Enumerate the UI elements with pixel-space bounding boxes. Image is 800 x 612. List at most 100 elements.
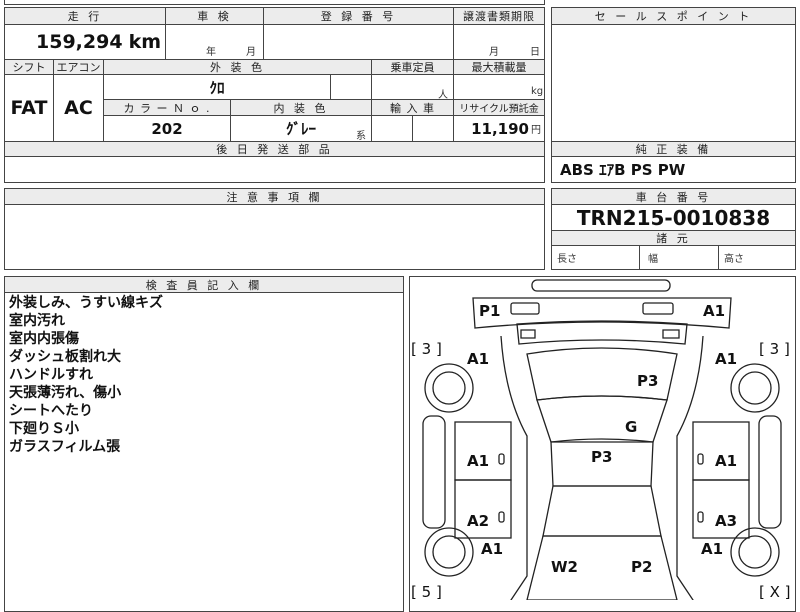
ac-header: エアコン (53, 59, 104, 75)
shift-value: FAT (10, 97, 48, 119)
damage-mark-fender-left: A1 (467, 350, 489, 368)
damage-mark-hood: P3 (637, 372, 658, 390)
right-headlight (642, 302, 674, 315)
inspection-month-unit: 月 (246, 47, 256, 58)
color-no-cell: 202 (103, 115, 231, 142)
damage-mark-glass: G (625, 418, 637, 436)
grille-left (520, 329, 536, 339)
import-cell-b (412, 115, 454, 142)
car-diagram: P1 A1 A1 A1 P3 G A1 P3 A1 A2 A3 A1 A1 W2… (411, 279, 791, 600)
inspector-note: 下廻りＳ小 (9, 421, 79, 437)
inspector-notes-header: 検 査 員 記 入 欄 (4, 276, 404, 293)
door-front-left (454, 421, 512, 481)
later-parts-header: 後 日 発 送 部 品 (4, 141, 545, 157)
front-bumper-strip (531, 279, 671, 292)
length-label: 長さ (557, 254, 577, 265)
shift-cell: FAT (4, 74, 54, 142)
chassis-number-value: TRN215-0010838 (576, 205, 771, 230)
wheel-rear-left-inner (432, 535, 466, 569)
damage-mark-roof: P3 (591, 448, 612, 466)
tire-tread-front-right: [ 3 ] (759, 340, 790, 358)
import-header: 輸 入 車 (371, 99, 454, 116)
registration-cell (263, 24, 454, 60)
capacity-cell: 人 (371, 74, 454, 101)
side-skirt-left (422, 415, 446, 529)
max-load-unit: kg (531, 86, 544, 97)
ac-value: AC (64, 97, 93, 119)
chassis-number-cell: TRN215-0010838 (551, 204, 796, 231)
wheel-rear-right (730, 527, 780, 577)
dimensions-header: 諸 元 (551, 230, 796, 246)
door-front-right (692, 421, 750, 481)
interior-color-cell: ｸﾞﾚｰ 系 (230, 115, 372, 142)
later-parts-box (4, 156, 545, 183)
exterior-color-cell: ｸﾛ (103, 74, 331, 100)
height-label: 高さ (724, 254, 744, 265)
interior-color-suffix: 系 (356, 131, 366, 142)
recycle-deposit-header: リサイクル預託金 (453, 99, 545, 116)
damage-mark-p1: P1 (479, 302, 500, 320)
damage-mark-trunk: P2 (631, 558, 652, 576)
tire-tread-front-left: [ 3 ] (411, 340, 442, 358)
inspector-note: シートへたり (9, 403, 93, 419)
selling-points-header: セ ー ル ス ポ イ ン ト (551, 7, 796, 25)
width-label: 幅 (648, 254, 658, 265)
grille-right (662, 329, 680, 339)
height-cell: 高さ (718, 245, 796, 270)
interior-color-header: 内 装 色 (230, 99, 372, 116)
tire-tread-rear-right: [ X ] (759, 583, 791, 600)
transfer-month-unit: 月 (489, 47, 499, 58)
transfer-cell: 月 日 (453, 24, 545, 60)
damage-mark-rear-glass: W2 (551, 558, 578, 576)
wheel-rear-right-inner (738, 535, 772, 569)
equipment-cell: ABS ｴｱB PS PW (551, 156, 796, 183)
inspector-note: 外装しみ、うすい線キズ (9, 295, 163, 311)
hood-outline (516, 320, 688, 345)
mileage-unit: km (128, 31, 161, 53)
damage-mark-door-fl: A1 (467, 452, 489, 470)
trunk-outline (526, 535, 678, 600)
shift-header: シフト (4, 59, 54, 75)
handle-fl (498, 453, 505, 465)
inspector-note: 室内内張傷 (9, 331, 79, 347)
inspection-header: 車 検 (165, 7, 264, 25)
mileage-cell: 159,294 km (4, 24, 166, 60)
inspector-note: 室内汚れ (9, 313, 65, 329)
width-cell: 幅 (639, 245, 719, 270)
damage-mark-rear-fender-right: A1 (701, 540, 723, 558)
equipment-value: ABS ｴｱB PS PW (560, 161, 686, 179)
wheel-rear-left (424, 527, 474, 577)
roof-outline (536, 395, 668, 443)
damage-mark-fender-right: A1 (715, 350, 737, 368)
damage-mark-rear-fender-left: A1 (481, 540, 503, 558)
inspector-note: ハンドルすれ (9, 367, 93, 383)
rear-cabin-outline (542, 485, 662, 537)
damage-mark-door-rr: A3 (715, 512, 737, 530)
interior-color-value: ｸﾞﾚｰ (285, 120, 316, 138)
transfer-deadline-header: 譲渡書類期限 (453, 7, 545, 25)
exterior-color-extra-cell (330, 74, 372, 100)
recycle-deposit-value: 11,190 (471, 119, 529, 138)
inspector-notes-box: 外装しみ、うすい線キズ 室内汚れ 室内内張傷 ダッシュ板割れ大 ハンドルすれ 天… (4, 292, 404, 612)
color-no-header: カ ラ ー Ｎ ｏ . (103, 99, 231, 116)
ac-cell: AC (53, 74, 104, 142)
import-cell-a (371, 115, 413, 142)
selling-points-box (551, 24, 796, 142)
mileage-header: 走 行 (4, 7, 166, 25)
recycle-deposit-unit: 円 (531, 125, 541, 136)
left-headlight (510, 302, 540, 315)
chassis-number-header: 車 台 番 号 (551, 188, 796, 205)
mileage-value: 159,294 (36, 31, 123, 53)
registration-header: 登 録 番 号 (263, 7, 454, 25)
top-cutoff-strip (4, 0, 545, 5)
handle-fr (697, 453, 704, 465)
transfer-day-unit: 日 (530, 47, 540, 58)
damage-mark-front-right: A1 (703, 302, 725, 320)
body-left-side (500, 335, 528, 600)
body-right-side (676, 335, 704, 600)
wheel-front-left-inner (432, 371, 466, 405)
capacity-header: 乗車定員 (371, 59, 454, 75)
max-load-cell: kg (453, 74, 545, 100)
color-no-value: 202 (151, 119, 183, 138)
wheel-front-left (424, 363, 474, 413)
